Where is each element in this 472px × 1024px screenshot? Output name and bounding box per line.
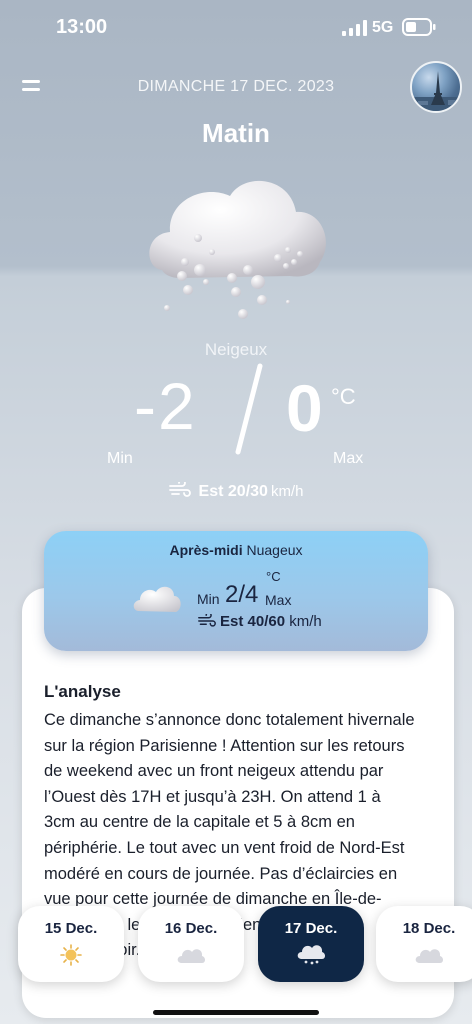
condition-label: Neigeux (204, 340, 268, 359)
temp-max-value: 0 (286, 371, 323, 445)
day-pill-18-dec[interactable]: 18 Dec. (376, 906, 472, 982)
temp-unit: °C (331, 384, 356, 409)
afternoon-wind-row: Est 40/60 km/h (198, 613, 322, 630)
status-time: 13:00 (56, 16, 108, 38)
home-indicator[interactable] (153, 1010, 319, 1015)
snow-cloud-icon (149, 180, 326, 319)
cloud-icon (415, 949, 443, 963)
day-label: 16 Dec. (164, 920, 218, 937)
sun-icon (60, 944, 82, 966)
period-title: Matin (202, 118, 270, 148)
day-label: 18 Dec. (402, 920, 456, 937)
afternoon-max-label: Max (265, 592, 292, 608)
afternoon-period: Après-midi (169, 542, 243, 558)
afternoon-wind-direction: Est (220, 613, 244, 630)
afternoon-condition: Nuageux (246, 542, 303, 558)
day-label: 17 Dec. (284, 920, 338, 937)
afternoon-wind-unit: km/h (289, 613, 322, 630)
temp-max-label: Max (333, 450, 364, 467)
afternoon-temps: 2/4 (225, 581, 259, 608)
battery-icon (402, 18, 436, 36)
day-pill-17-dec[interactable]: 17 Dec. (258, 906, 364, 982)
cloud-icon (133, 586, 181, 612)
afternoon-title: Après-midi Nuageux (44, 542, 428, 558)
network-label: 5G (372, 19, 394, 36)
signal-icon (342, 20, 367, 36)
afternoon-card[interactable]: Après-midi Nuageux Min 2/4 °C Max Est 40… (44, 531, 428, 651)
cloud-icon (177, 949, 205, 963)
temp-min-value: -2 (134, 369, 197, 443)
day-pill-16-dec[interactable]: 16 Dec. (138, 906, 244, 982)
temp-min-label: Min (107, 450, 133, 467)
location-avatar[interactable] (410, 61, 462, 113)
date-title: DIMANCHE 17 DEC. 2023 (137, 78, 335, 95)
afternoon-min-label: Min (197, 591, 220, 607)
day-label: 15 Dec. (44, 920, 98, 937)
eiffel-tower-icon (412, 71, 460, 111)
wind-row: Est 20/30 km/h (0, 482, 472, 501)
wind-speed: 20/30 (227, 483, 268, 500)
wind-icon (168, 482, 191, 497)
wind-unit: km/h (270, 483, 304, 500)
day-pill-15-dec[interactable]: 15 Dec. (18, 906, 124, 982)
afternoon-unit: °C (266, 569, 281, 584)
wind-direction: Est (198, 483, 224, 500)
analysis-title: L'analyse (44, 682, 121, 701)
temp-separator (235, 363, 263, 455)
snow-cloud-icon (297, 945, 325, 965)
afternoon-wind-speed: 40/60 (247, 613, 286, 630)
wind-icon (198, 614, 216, 627)
